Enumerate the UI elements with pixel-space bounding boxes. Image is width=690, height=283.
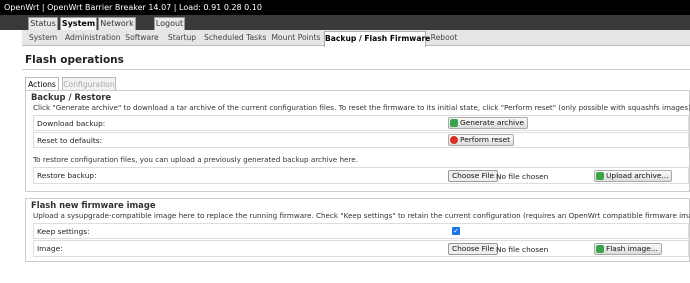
keep-settings-label: Keep settings:: [37, 227, 90, 236]
backup-description: Click "Generate archive" to download a t…: [33, 103, 690, 112]
flash-firmware-legend: Flash new firmware image: [29, 200, 158, 210]
subtab-backup-flash-firmware[interactable]: Backup / Flash Firmware: [324, 31, 430, 47]
content-area: Flash operations Actions Configuration B…: [22, 47, 690, 283]
subtab-system[interactable]: System: [26, 31, 60, 45]
image-label: Image:: [37, 244, 63, 253]
tab-configuration[interactable]: Configuration: [62, 77, 116, 90]
title-bar: OpenWrt | OpenWrt Barrier Breaker 14.07 …: [0, 0, 690, 15]
title-bar-text: OpenWrt | OpenWrt Barrier Breaker 14.07 …: [4, 3, 262, 12]
subtab-scheduled-tasks[interactable]: Scheduled Tasks: [204, 31, 266, 45]
flash-image-label: Flash image...: [606, 244, 658, 253]
upload-archive-button[interactable]: Upload archive...: [594, 170, 673, 182]
subtab-software[interactable]: Software: [124, 31, 160, 45]
main-tabs: Status System Network Logout: [0, 15, 690, 30]
backup-restore-legend: Backup / Restore: [29, 92, 114, 102]
perform-reset-icon: [450, 136, 458, 144]
download-backup-row: Download backup: Generate archive: [33, 115, 689, 131]
flash-image-button[interactable]: Flash image...: [594, 243, 662, 255]
flash-image-icon: [596, 245, 604, 253]
flash-description: Upload a sysupgrade-compatible image her…: [33, 211, 690, 220]
image-choose-file-button[interactable]: Choose File: [448, 243, 499, 255]
backup-restore-section: Backup / Restore Click "Generate archive…: [25, 90, 690, 192]
reset-defaults-row: Reset to defaults: Perform reset: [33, 132, 689, 148]
subtab-administration[interactable]: Administration: [65, 31, 121, 45]
subtab-mount-points[interactable]: Mount Points: [270, 31, 322, 45]
generate-archive-icon: [450, 119, 458, 127]
tab-logout[interactable]: Logout: [154, 17, 185, 30]
tab-network[interactable]: Network: [98, 17, 136, 30]
restore-description: To restore configuration files, you can …: [33, 155, 358, 164]
subtab-startup[interactable]: Startup: [165, 31, 199, 45]
tab-actions[interactable]: Actions: [25, 77, 59, 90]
reset-defaults-label: Reset to defaults:: [37, 136, 103, 145]
page-title: Flash operations: [25, 54, 124, 66]
generate-archive-label: Generate archive: [460, 118, 524, 127]
subtab-reboot[interactable]: Reboot: [430, 31, 458, 45]
upload-archive-label: Upload archive...: [606, 171, 669, 180]
tab-system[interactable]: System: [60, 17, 97, 30]
keep-settings-checkbox[interactable]: ✓: [452, 227, 460, 235]
tab-status[interactable]: Status: [28, 17, 58, 30]
perform-reset-label: Perform reset: [460, 135, 511, 144]
restore-backup-row: Restore backup: Choose File No file chos…: [33, 167, 689, 184]
flash-firmware-section: Flash new firmware image Upload a sysupg…: [25, 198, 690, 262]
restore-choose-file-button[interactable]: Choose File: [448, 170, 499, 182]
sub-tabs: System Administration Software Startup S…: [22, 30, 690, 47]
restore-no-file-text: No file chosen: [496, 172, 549, 181]
generate-archive-button[interactable]: Generate archive: [448, 117, 528, 129]
image-row: Image: Choose File No file chosen Flash …: [33, 240, 689, 257]
image-no-file-text: No file chosen: [496, 245, 549, 254]
keep-settings-row: Keep settings: ✓: [33, 223, 689, 239]
perform-reset-button[interactable]: Perform reset: [448, 134, 515, 146]
restore-backup-label: Restore backup:: [37, 171, 97, 180]
title-divider: [22, 69, 690, 70]
download-backup-label: Download backup:: [37, 119, 106, 128]
upload-archive-icon: [596, 172, 604, 180]
